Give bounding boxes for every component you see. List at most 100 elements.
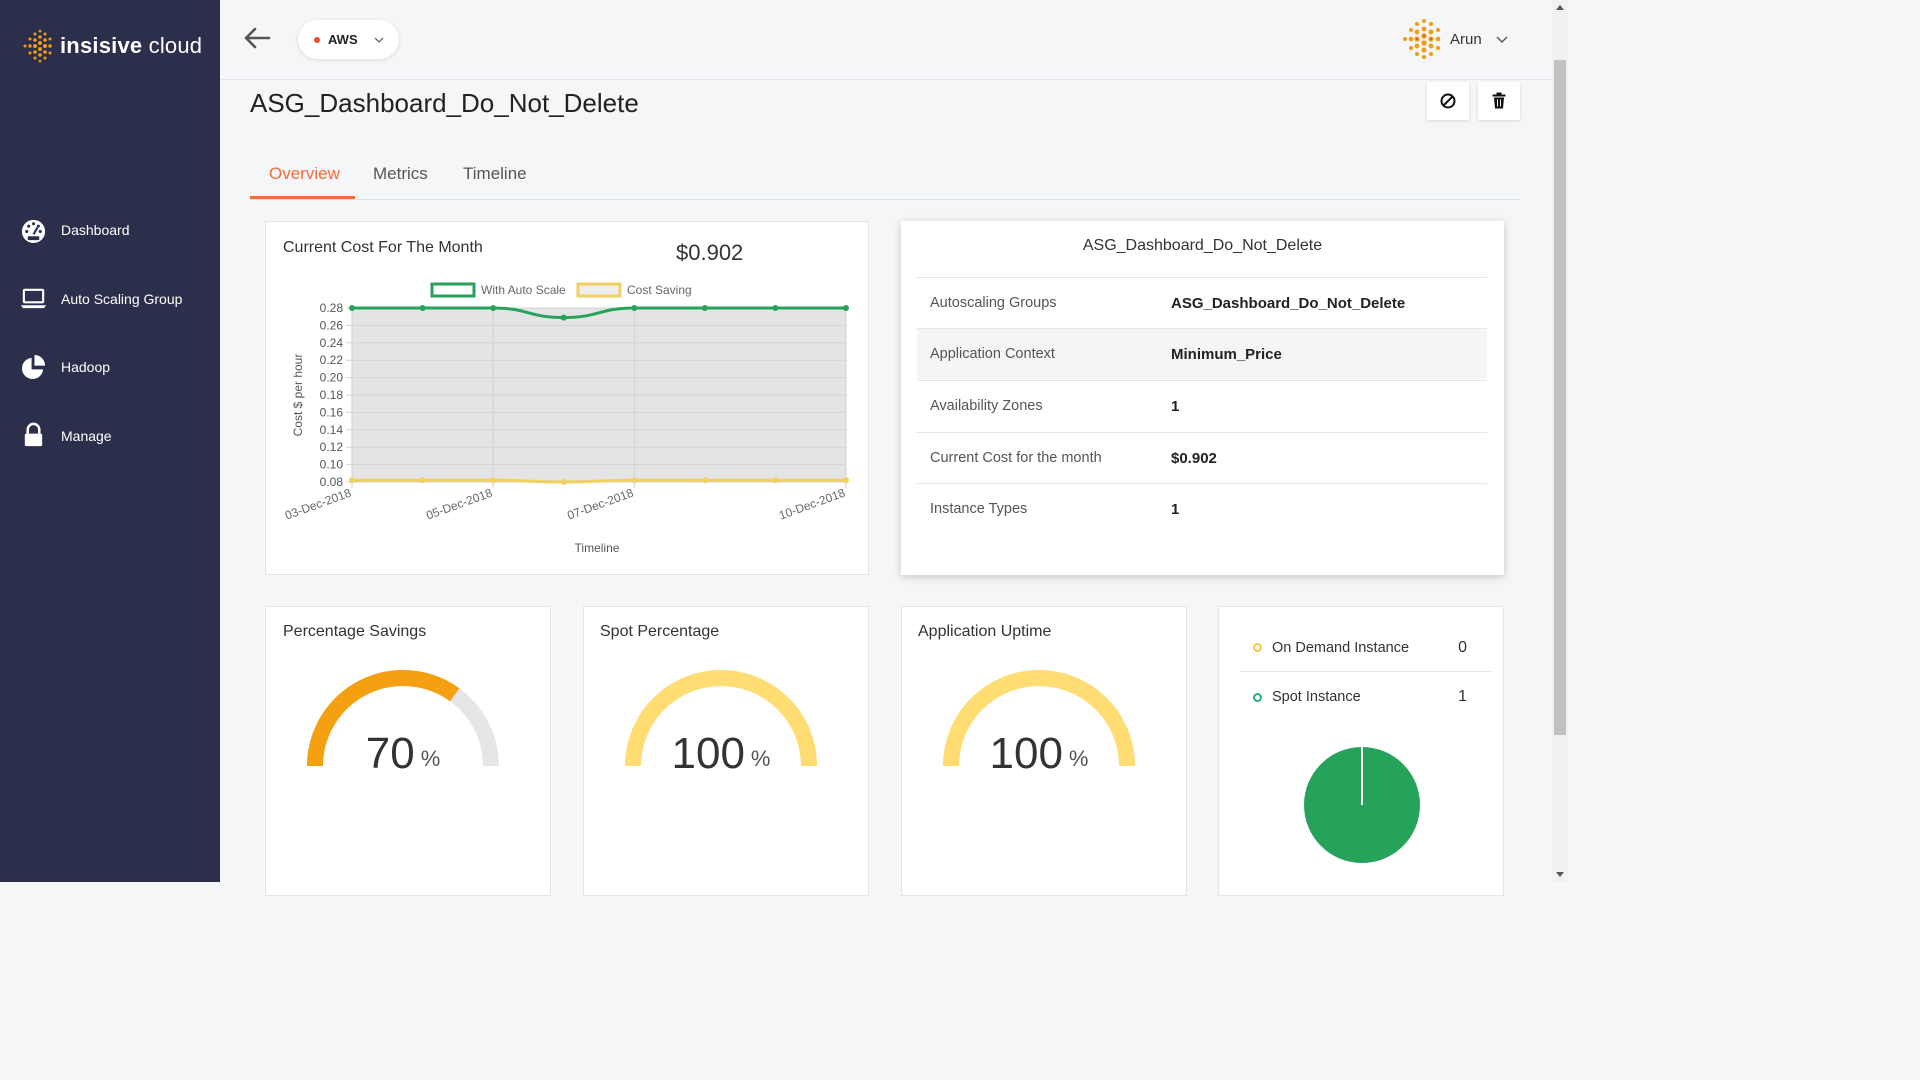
data-point [560, 314, 567, 321]
tab-timeline[interactable]: Timeline [463, 164, 527, 184]
gauge-value: 100 [672, 729, 745, 778]
detail-value: Minimum_Price [1171, 345, 1282, 363]
sidebar-item-manage[interactable]: Manage [0, 402, 220, 471]
gauge-value: 70 [366, 729, 415, 778]
data-point [419, 477, 426, 484]
x-tick-label: 10-Dec-2018 [777, 486, 847, 523]
speedometer-icon [21, 219, 46, 243]
page-title: ASG_Dashboard_Do_Not_Delete [250, 88, 639, 118]
series-line [351, 478, 846, 484]
percentage-savings-gauge: 70% [307, 670, 499, 778]
instance-pie-chart [1304, 747, 1420, 863]
data-point [490, 477, 497, 484]
sidebar-nav: Dashboard Auto Scaling Group Hadoop Mana… [0, 196, 220, 470]
x-tick-label: 07-Dec-2018 [565, 486, 635, 523]
detail-value: $0.902 [1171, 449, 1217, 467]
percentage-savings-card: Percentage Savings 70% [265, 606, 551, 896]
data-point [490, 305, 497, 311]
data-point [349, 305, 355, 311]
cloud-provider-label: AWS [328, 32, 358, 47]
trash-icon [1492, 92, 1506, 109]
page-scrollbar[interactable] [1552, 0, 1568, 882]
y-tick-label: 0.08 [320, 475, 344, 489]
sidebar-item-label: Manage [61, 427, 112, 444]
data-point [631, 305, 638, 311]
detail-row-application-context: Application Context Minimum_Price [917, 328, 1487, 379]
delete-button[interactable] [1478, 82, 1520, 120]
legend-swatch [576, 282, 622, 298]
detail-row-instance-types: Instance Types 1 [917, 483, 1487, 534]
y-tick-label: 0.14 [320, 423, 344, 437]
scroll-down-arrow[interactable] [1556, 872, 1564, 877]
detail-key: Instance Types [930, 501, 1028, 517]
cost-chart-card: Current Cost For The Month $0.902 0.28 0.… [265, 221, 869, 575]
lock-icon [24, 422, 43, 447]
avatar [1403, 19, 1441, 59]
sidebar-item-label: Hadoop [61, 359, 111, 376]
chevron-down-icon [1496, 36, 1508, 43]
sidebar-item-auto-scaling-group[interactable]: Auto Scaling Group [0, 265, 220, 334]
detail-value: 1 [1171, 397, 1180, 415]
x-tick-label: 03-Dec-2018 [283, 486, 353, 523]
sidebar: insisive cloud Dashboard Auto Scaling Gr… [0, 0, 220, 882]
gauge-unit: % [421, 746, 441, 771]
tab-metrics[interactable]: Metrics [373, 164, 428, 184]
brand-name: insisive cloud [60, 33, 202, 59]
pie-chart-icon [21, 354, 46, 379]
brand-logo[interactable]: insisive cloud [22, 28, 202, 64]
data-point [772, 305, 779, 311]
user-menu[interactable]: Arun [1400, 17, 1508, 61]
details-card-title: ASG_Dashboard_Do_Not_Delete [1082, 237, 1323, 254]
chevron-down-icon [374, 37, 384, 43]
spot-percentage-gauge: 100% [625, 670, 817, 778]
data-point [349, 477, 355, 484]
tab-overview[interactable]: Overview [269, 164, 340, 184]
data-point [772, 477, 779, 484]
sidebar-item-label: Auto Scaling Group [61, 290, 183, 307]
detail-value: ASG_Dashboard_Do_Not_Delete [1171, 294, 1406, 312]
detail-key: Current Cost for the month [930, 450, 1102, 466]
logo-icon [23, 29, 52, 63]
data-point [631, 477, 638, 484]
application-uptime-card: Application Uptime 100% [901, 606, 1187, 896]
y-tick-label: 0.28 [320, 301, 344, 315]
brand-name-light: cloud [142, 33, 203, 58]
instances-card: On Demand Instance 0 Spot Instance 1 [1218, 606, 1504, 896]
data-point [701, 477, 708, 484]
legend-label: With Auto Scale [481, 283, 566, 297]
detail-key: Autoscaling Groups [930, 295, 1057, 311]
sidebar-item-hadoop[interactable]: Hadoop [0, 333, 220, 402]
detail-key: Application Context [930, 346, 1055, 362]
topbar: AWS Arun [220, 0, 1552, 80]
scroll-up-arrow[interactable] [1556, 5, 1564, 10]
y-tick-label: 0.22 [320, 353, 344, 367]
block-icon [1440, 93, 1456, 109]
data-point [843, 477, 849, 484]
y-tick-label: 0.20 [320, 371, 344, 385]
legend-label: Cost Saving [627, 283, 692, 297]
back-arrow-icon[interactable] [242, 24, 272, 52]
cloud-provider-select[interactable]: AWS [298, 20, 399, 59]
x-tick-label: 05-Dec-2018 [424, 486, 494, 523]
disable-button[interactable] [1427, 82, 1469, 120]
y-tick-label: 0.26 [320, 318, 344, 332]
y-tick-label: 0.24 [320, 336, 344, 350]
data-point [701, 305, 708, 311]
user-name: Arun [1450, 30, 1482, 48]
sidebar-item-dashboard[interactable]: Dashboard [0, 196, 220, 265]
y-tick-label: 0.16 [320, 405, 344, 419]
gauge-value: 100 [990, 729, 1063, 778]
detail-row-autoscaling-groups: Autoscaling Groups ASG_Dashboard_Do_Not_… [917, 277, 1487, 328]
y-tick-label: 0.18 [320, 388, 344, 402]
active-tab-indicator [250, 196, 355, 199]
detail-row-current-cost: Current Cost for the month $0.902 [917, 432, 1487, 483]
tab-bar: Overview Metrics Timeline [250, 152, 1520, 200]
data-point [560, 479, 567, 485]
cost-line-chart: 0.28 0.26 0.24 0.22 0.20 0.18 0.16 0.14 0.12 0.10… [283, 282, 849, 555]
detail-value: 1 [1171, 500, 1180, 518]
detail-key: Availability Zones [930, 398, 1043, 414]
data-point [843, 305, 849, 311]
legend-swatch [430, 282, 476, 298]
laptop-icon [20, 289, 47, 309]
scroll-thumb[interactable] [1554, 60, 1566, 735]
